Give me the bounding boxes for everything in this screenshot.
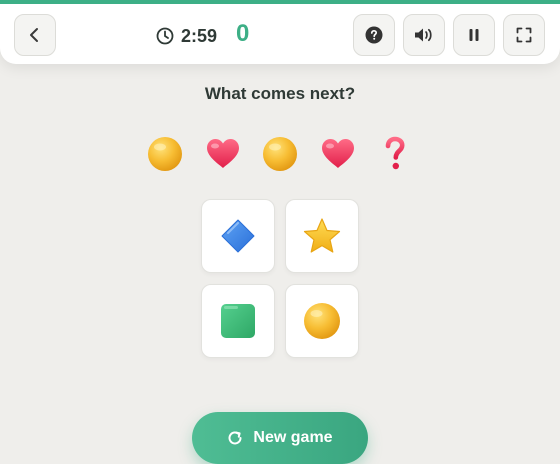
blue-diamond-icon (221, 219, 255, 253)
sequence-item-coin (262, 136, 298, 172)
coin-icon (263, 137, 297, 171)
sequence-item-heart (205, 136, 241, 172)
coin-icon (304, 303, 340, 339)
star-icon (303, 218, 341, 253)
top-bar: 2:59 0 (0, 0, 560, 64)
fullscreen-icon (516, 27, 532, 43)
help-button[interactable] (353, 14, 395, 56)
sequence-item-heart (320, 136, 356, 172)
timer-value: 2:59 (181, 25, 218, 46)
sequence-item-unknown (377, 136, 413, 172)
question-text: What comes next? (204, 84, 356, 103)
pause-icon (469, 29, 479, 41)
sound-button[interactable] (403, 14, 445, 56)
question-mark-icon (385, 136, 405, 170)
pause-button[interactable] (453, 14, 495, 56)
option-coin[interactable] (285, 284, 359, 358)
new-game-button[interactable]: New game (192, 412, 368, 464)
sequence-item-coin (147, 136, 183, 172)
option-star[interactable] (285, 199, 359, 273)
chevron-left-icon (30, 28, 38, 42)
timer: 2:59 (156, 24, 217, 48)
clock-icon (156, 27, 174, 45)
back-button[interactable] (14, 14, 56, 56)
restart-icon (228, 431, 242, 445)
option-diamond[interactable] (201, 199, 275, 273)
score: 0 (236, 20, 250, 47)
heart-icon (322, 139, 354, 168)
game-screen: 2:59 0 What comes next? New game (0, 0, 560, 464)
question-circle-icon (365, 26, 383, 44)
heart-icon (207, 139, 239, 168)
option-square[interactable] (201, 284, 275, 358)
speaker-icon (415, 28, 432, 42)
fullscreen-button[interactable] (503, 14, 545, 56)
new-game-label: New game (253, 429, 333, 446)
coin-icon (148, 137, 182, 171)
green-square-icon (221, 304, 255, 338)
